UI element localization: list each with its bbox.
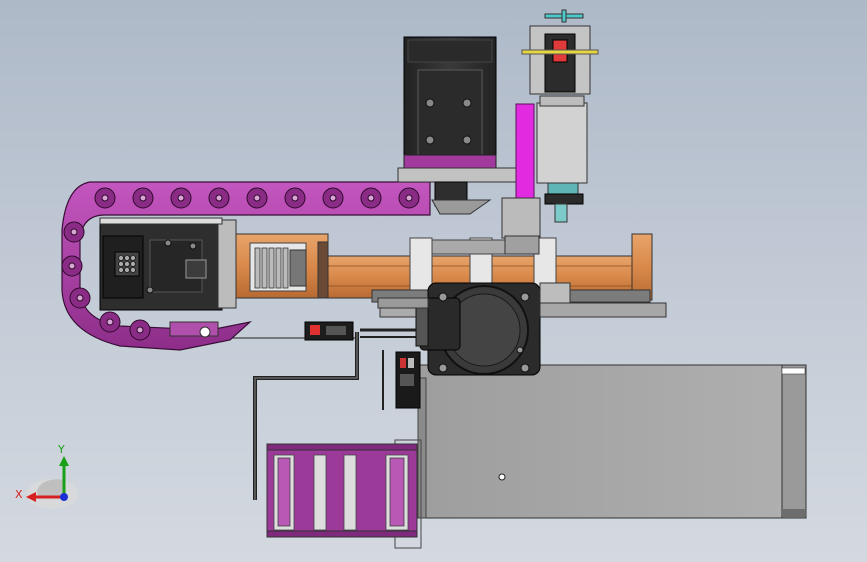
z-axis-dot (60, 493, 68, 501)
y-axis-label: Y (58, 443, 65, 456)
chain-link-pin (329, 194, 337, 202)
chain-link-pin (139, 194, 147, 202)
chain-link-pin (106, 318, 114, 326)
chain-link-pin (101, 194, 109, 202)
chain-link-pin (253, 194, 261, 202)
chain-link-pin (291, 194, 299, 202)
chain-link-pin (68, 262, 76, 270)
chain-link-pin (405, 194, 413, 202)
chain-link-pin (367, 194, 375, 202)
cable-connector (304, 321, 421, 409)
front-servo-motor[interactable] (415, 282, 541, 376)
assembly-model[interactable] (0, 0, 867, 562)
chain-link-pin (70, 228, 78, 236)
chain-link-pin (136, 326, 144, 334)
coordinate-triad[interactable] (26, 456, 78, 509)
base-housing[interactable] (394, 364, 807, 549)
chain-link-pin (215, 194, 223, 202)
right-vertical-unit[interactable] (501, 9, 599, 255)
x-axis-label: X (15, 488, 23, 501)
left-motor-block[interactable] (99, 217, 237, 311)
bottom-cable-chain[interactable] (266, 443, 418, 538)
cad-viewport[interactable]: Y X (0, 0, 867, 562)
chain-link-pin (177, 194, 185, 202)
chain-link-pin (76, 294, 84, 302)
